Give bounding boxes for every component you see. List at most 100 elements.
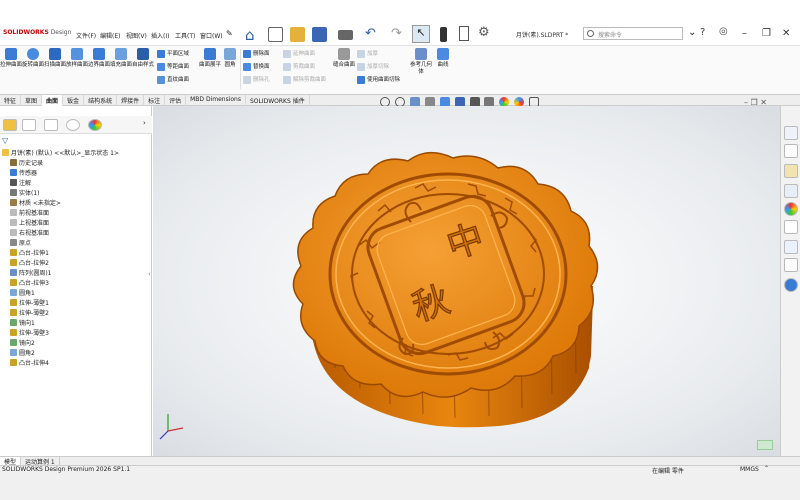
chevron-down-icon[interactable]: ⌄ (688, 27, 696, 38)
design-library-icon[interactable] (784, 144, 798, 158)
ribbon-loft-surface-button[interactable]: 放样曲面 (66, 48, 88, 88)
menu-file[interactable]: 文件(F) (76, 31, 96, 40)
pin-icon[interactable]: ✎ (226, 29, 233, 38)
thicken-button[interactable]: 加厚 (357, 49, 400, 58)
help-globe-icon[interactable] (784, 278, 798, 292)
tree-item[interactable]: 凸台-拉伸3 (2, 277, 150, 287)
solidworks-resources-icon[interactable] (784, 126, 798, 140)
tree-item[interactable]: 前视基准面 (2, 207, 150, 217)
flatten-surface-button[interactable]: 曲面展平 (199, 48, 221, 88)
select-arrow-icon[interactable]: ↖ (412, 25, 430, 43)
open-folder-icon[interactable] (290, 27, 305, 42)
dimxpert-manager-icon[interactable] (66, 119, 80, 131)
delete-hole-button[interactable]: 删除孔 (243, 75, 270, 84)
fillet-button[interactable]: 圆角 (219, 48, 241, 88)
graphics-area[interactable]: 中 秋 (153, 106, 780, 456)
menu-edit[interactable]: 编辑(E) (100, 31, 120, 40)
file-properties-icon[interactable] (459, 26, 469, 41)
offset-surface-button[interactable]: 等距曲面 (157, 62, 189, 71)
tree-item[interactable]: 拉伸-薄壁1 (2, 297, 150, 307)
filter-icon[interactable]: ▽ (2, 136, 8, 145)
tree-item[interactable]: 原点 (2, 237, 150, 247)
tab-features[interactable]: 特征 (0, 95, 22, 106)
tree-item[interactable]: 历史记录 (2, 157, 150, 167)
curves-button[interactable]: 曲线 (432, 48, 454, 88)
tree-item[interactable]: 上视基准面 (2, 217, 150, 227)
menu-view[interactable]: 视图(V) (126, 31, 147, 40)
display-manager-icon[interactable] (88, 119, 102, 131)
tab-evaluate[interactable]: 评估 (165, 95, 187, 106)
delete-face-button[interactable]: 删除面 (243, 49, 270, 58)
tree-item[interactable]: 拉伸-薄壁2 (2, 307, 150, 317)
redo-icon[interactable]: ↷ (391, 26, 402, 41)
tab-mbd-dimensions[interactable]: MBD Dimensions (186, 95, 246, 106)
tree-item[interactable]: 拉伸-薄壁3 (2, 327, 150, 337)
user-account-icon[interactable]: ◎ (719, 26, 728, 37)
ruled-surface-button[interactable]: 直纹曲面 (157, 75, 189, 84)
tab-surfaces[interactable]: 曲面 (42, 95, 64, 106)
ribbon-freeform-button[interactable]: 自由样式 (132, 48, 154, 88)
forum-icon[interactable] (784, 240, 798, 254)
ribbon-extrude-surface-button[interactable]: 拉伸曲面 (0, 48, 22, 88)
tree-item[interactable]: 镜向2 (2, 337, 150, 347)
tree-item[interactable]: 圆角2 (2, 347, 150, 357)
search-commands-input[interactable]: 搜索命令 (583, 27, 683, 40)
close-button[interactable]: ✕ (782, 28, 790, 39)
cut-with-surface-button[interactable]: 使用曲面切除 (357, 75, 400, 84)
property-manager-icon[interactable] (22, 119, 36, 131)
tree-item[interactable]: 材质 <未指定> (2, 197, 150, 207)
tree-item[interactable]: 凸台-拉伸1 (2, 247, 150, 257)
tree-item[interactable]: 圆角1 (2, 287, 150, 297)
configuration-manager-icon[interactable] (44, 119, 58, 131)
ribbon-sweep-surface-button[interactable]: 扫描曲面 (44, 48, 66, 88)
tab-weldments[interactable]: 焊接件 (117, 95, 145, 106)
menu-tools[interactable]: 工具(T) (175, 31, 195, 40)
menu-insert[interactable]: 插入(I) (151, 31, 169, 40)
tree-item[interactable]: 右视基准面 (2, 227, 150, 237)
solidworks-documents-icon[interactable] (784, 258, 798, 272)
tab-structure-system[interactable]: 结构系统 (84, 95, 118, 106)
feature-manager-tree-icon[interactable] (3, 119, 17, 131)
view-palette-icon[interactable] (784, 184, 798, 198)
extend-surface-button[interactable]: 延伸曲面 (283, 49, 326, 58)
custom-properties-icon[interactable] (784, 220, 798, 234)
file-explorer-icon[interactable] (784, 164, 798, 178)
replace-face-button[interactable]: 替换面 (243, 62, 270, 71)
knit-surface-button[interactable]: 缝合曲面 (333, 48, 355, 88)
panel-collapse-icon[interactable]: ‹ (148, 270, 151, 278)
appearances-icon[interactable] (784, 202, 798, 216)
status-unit-system[interactable]: MMGS (740, 466, 759, 473)
tab-sheet-metal[interactable]: 钣金 (63, 95, 85, 106)
minimize-button[interactable]: – (742, 28, 747, 39)
tab-sketch[interactable]: 草图 (21, 95, 43, 106)
trim-surface-button[interactable]: 剪裁曲面 (283, 62, 326, 71)
tree-item[interactable]: 注解 (2, 177, 150, 187)
print-icon[interactable] (338, 30, 353, 40)
notification-icon[interactable] (757, 440, 773, 450)
tree-item[interactable]: 实体(1) (2, 187, 150, 197)
thickened-cut-button[interactable]: 加厚切除 (357, 62, 400, 71)
options-gear-icon[interactable]: ⚙ (478, 25, 490, 40)
home-icon[interactable]: ⌂ (245, 26, 255, 44)
undo-icon[interactable]: ↶ (365, 26, 376, 41)
reference-geometry-button[interactable]: 参考几何体 (410, 48, 432, 88)
tree-item[interactable]: 凸台-拉伸4 (2, 357, 150, 367)
ribbon-boundary-surface-button[interactable]: 边界曲面 (88, 48, 110, 88)
tab-solidworks-addins[interactable]: SOLIDWORKS 插件 (246, 95, 310, 106)
chevron-right-icon[interactable]: › (143, 119, 146, 127)
planar-surface-button[interactable]: 平面区域 (157, 49, 189, 58)
save-icon[interactable] (312, 27, 327, 42)
tree-item[interactable]: 阵列(圆周)1 (2, 267, 150, 277)
tree-root[interactable]: 月饼(素) (默认) <<默认>_显示状态 1> (2, 147, 150, 157)
ribbon-revolve-surface-button[interactable]: 旋转曲面 (22, 48, 44, 88)
restore-button[interactable]: ❐ (762, 28, 771, 39)
untrim-surface-button[interactable]: 解除剪裁曲面 (283, 75, 326, 84)
rebuild-traffic-light-icon[interactable] (440, 27, 447, 42)
status-unit-chevron-icon[interactable]: ⌃ (764, 465, 769, 472)
tree-item[interactable]: 凸台-拉伸2 (2, 257, 150, 267)
tree-item[interactable]: 传感器 (2, 167, 150, 177)
tree-item[interactable]: 镜向1 (2, 317, 150, 327)
help-icon[interactable]: ? (700, 27, 705, 38)
tab-markup[interactable]: 标注 (144, 95, 166, 106)
new-document-icon[interactable] (268, 27, 283, 42)
